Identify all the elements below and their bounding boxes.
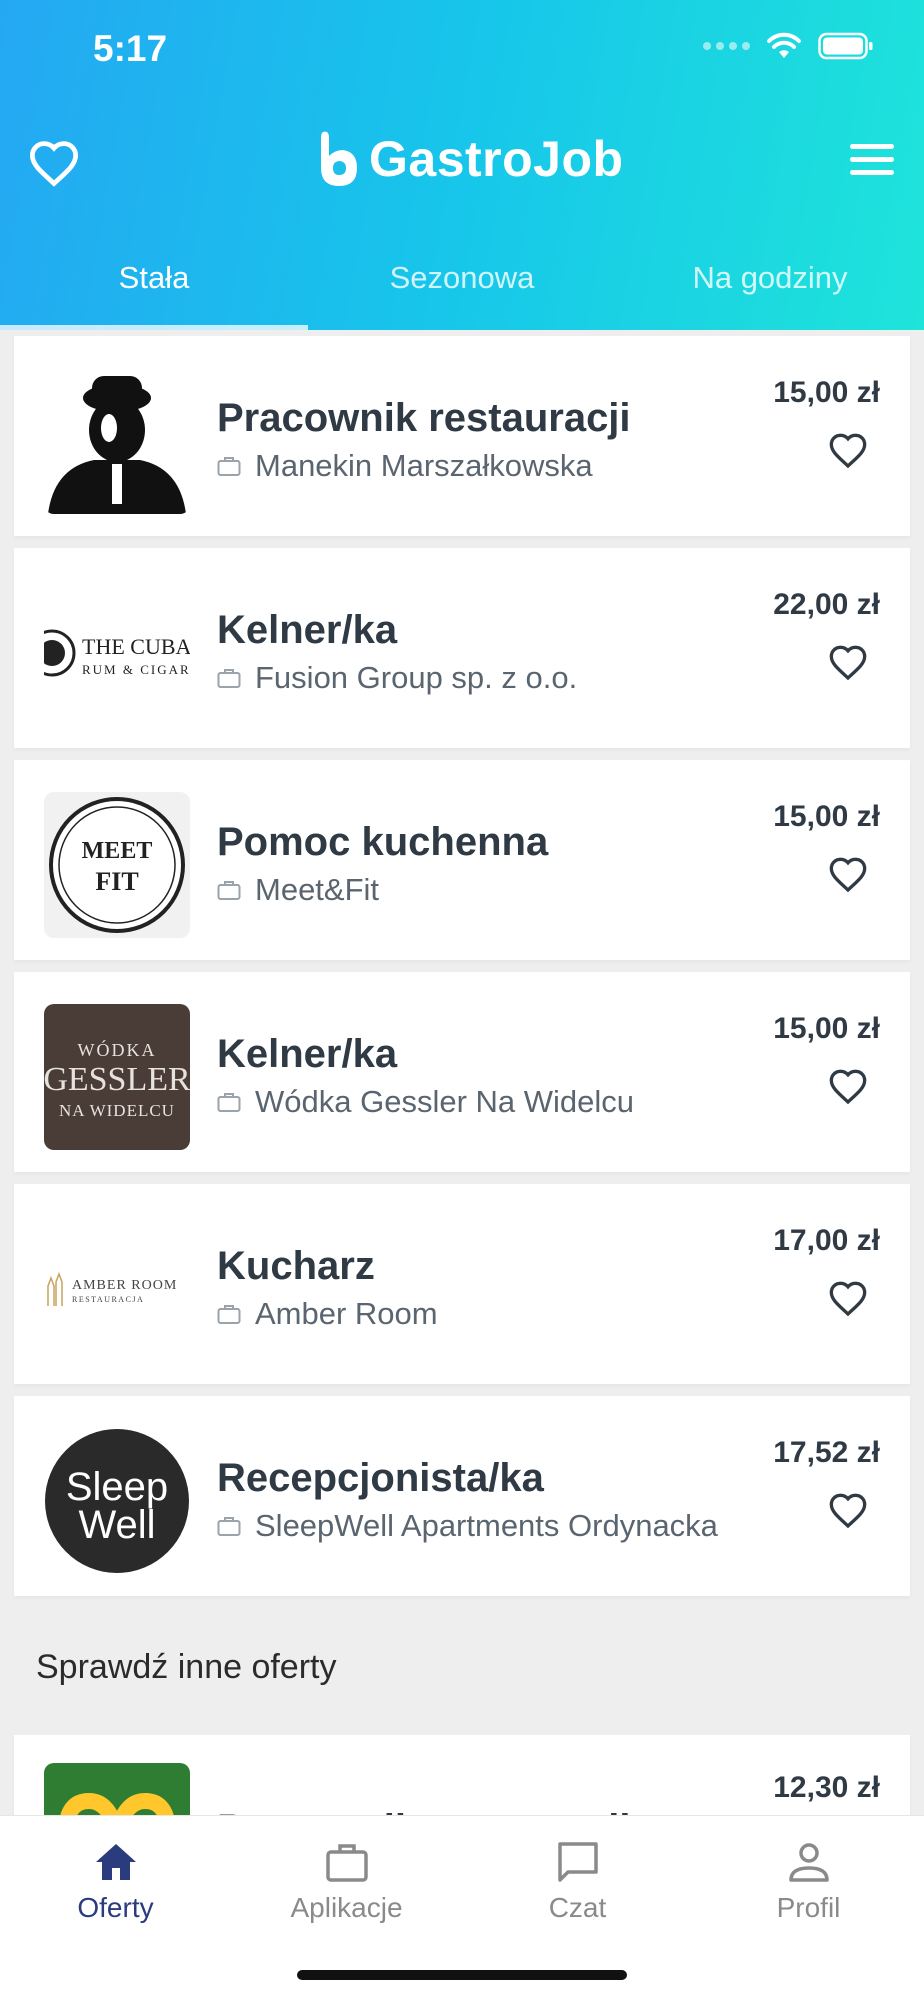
gessler-logo-text: GESSLER <box>44 1061 190 1098</box>
briefcase-icon <box>217 1093 241 1112</box>
heart-icon[interactable] <box>828 1279 868 1319</box>
the-cuba-logo-subtext: RUM & CIGAR <box>82 662 190 677</box>
job-title: Kelner/ka <box>217 1032 398 1076</box>
job-company: Fusion Group sp. z o.o. <box>217 660 577 696</box>
tab-na-godziny[interactable]: Na godziny <box>616 240 924 330</box>
job-company: Amber Room <box>217 1296 438 1332</box>
sleepwell-logo-subtext: Well <box>78 1503 155 1547</box>
nav-label: Czat <box>548 1892 607 1923</box>
amber-room-logo-subtext: RESTAURACJA <box>72 1295 144 1304</box>
wifi-icon <box>767 32 801 58</box>
gessler-logo-top-text: WÓDKA <box>78 1039 157 1060</box>
job-price: 17,52 zł <box>773 1436 880 1469</box>
job-price: 15,00 zł <box>773 376 880 409</box>
job-company: SleepWell Apartments Ordynacka <box>217 1508 718 1544</box>
briefcase-icon <box>325 1844 368 1882</box>
briefcase-icon <box>217 1305 241 1324</box>
gastrojob-logo-icon <box>321 131 357 186</box>
home-icon <box>95 1844 136 1880</box>
job-company: Manekin Marszałkowska <box>217 448 593 484</box>
job-card[interactable]: Sleep Well Recepcjonista/ka SleepWell Ap… <box>14 1396 910 1596</box>
home-indicator <box>297 1970 627 1980</box>
job-title: Kucharz <box>217 1244 375 1288</box>
section-title: Sprawdź inne oferty <box>36 1648 337 1686</box>
nav-label: Profil <box>776 1892 841 1923</box>
battery-icon <box>818 32 873 60</box>
job-price: 12,30 zł <box>773 1771 880 1804</box>
favorites-heart-icon[interactable] <box>28 138 80 190</box>
company-name: Manekin Marszałkowska <box>255 448 593 483</box>
chat-icon <box>557 1842 598 1882</box>
top-bar: GastroJob <box>0 120 924 210</box>
job-title: Kelner/ka <box>217 608 398 652</box>
job-company: Wódka Gessler Na Widelcu <box>217 1084 634 1120</box>
heart-icon[interactable] <box>828 1067 868 1107</box>
company-name: Fusion Group sp. z o.o. <box>255 660 578 695</box>
job-card[interactable]: MEET FIT Pomoc kuchenna Meet&Fit 15,00 z… <box>14 760 910 960</box>
manekin-logo <box>44 368 190 514</box>
job-company: Meet&Fit <box>217 872 379 908</box>
briefcase-icon <box>217 669 241 688</box>
gessler-logo-subtext: NA WIDELCU <box>59 1101 175 1120</box>
briefcase-icon <box>217 1517 241 1536</box>
company-name: Meet&Fit <box>255 872 380 907</box>
heart-icon[interactable] <box>828 643 868 683</box>
job-card[interactable]: Pracownik restauracji Manekin Marszałkow… <box>14 336 910 536</box>
tab-sezonowa[interactable]: Sezonowa <box>308 240 616 330</box>
company-name: Amber Room <box>255 1296 438 1331</box>
nav-label: Aplikacje <box>290 1892 403 1923</box>
job-title: Pomoc kuchenna <box>217 820 549 864</box>
amber-room-logo: AMBER ROOM RESTAURACJA <box>44 1216 190 1362</box>
briefcase-icon <box>217 881 241 900</box>
menu-button[interactable] <box>850 144 894 180</box>
the-cuba-logo: THE CUBA RUM & CIGAR <box>44 580 190 726</box>
heart-icon[interactable] <box>828 1491 868 1531</box>
job-price: 15,00 zł <box>773 1012 880 1045</box>
company-name: Wódka Gessler Na Widelcu <box>255 1084 635 1119</box>
amber-room-logo-text: AMBER ROOM <box>72 1278 177 1293</box>
job-price: 17,00 zł <box>773 1224 880 1257</box>
nav-oferty[interactable]: Oferty <box>0 1816 231 2000</box>
tab-stala[interactable]: Stała <box>0 240 308 330</box>
briefcase-icon <box>217 457 241 476</box>
header: 5:17 GastroJob Stała Sezonowa Na godziny <box>0 0 924 330</box>
meet-fit-logo-subtext: FIT <box>95 867 138 896</box>
meet-fit-logo: MEET FIT <box>44 792 190 938</box>
job-card[interactable]: THE CUBA RUM & CIGAR Kelner/ka Fusion Gr… <box>14 548 910 748</box>
signal-icon <box>703 42 750 50</box>
job-price: 15,00 zł <box>773 800 880 833</box>
status-icons <box>703 32 874 60</box>
profile-icon <box>788 1843 829 1882</box>
heart-icon[interactable] <box>828 855 868 895</box>
job-card[interactable]: WÓDKA GESSLER NA WIDELCU Kelner/ka Wódka… <box>14 972 910 1172</box>
status-time: 5:17 <box>93 28 168 69</box>
nav-label: Oferty <box>77 1892 154 1923</box>
the-cuba-logo-text: THE CUBA <box>82 634 190 659</box>
gastrojob-logo-text: GastroJob <box>369 131 624 187</box>
company-name: SleepWell Apartments Ordynacka <box>255 1508 718 1543</box>
heart-icon[interactable] <box>828 431 868 471</box>
nav-profil[interactable]: Profil <box>693 1816 924 2000</box>
sleepwell-logo: Sleep Well <box>44 1428 190 1574</box>
job-card[interactable]: AMBER ROOM RESTAURACJA Kucharz Amber Roo… <box>14 1184 910 1384</box>
gessler-logo: WÓDKA GESSLER NA WIDELCU <box>44 1004 190 1150</box>
job-title: Recepcjonista/ka <box>217 1456 544 1500</box>
meet-fit-logo-text: MEET <box>82 838 153 864</box>
job-title: Pracownik restauracji <box>217 396 631 440</box>
gastrojob-logo: GastroJob <box>315 128 624 190</box>
job-price: 22,00 zł <box>773 588 880 621</box>
tabs: Stała Sezonowa Na godziny <box>0 240 924 330</box>
